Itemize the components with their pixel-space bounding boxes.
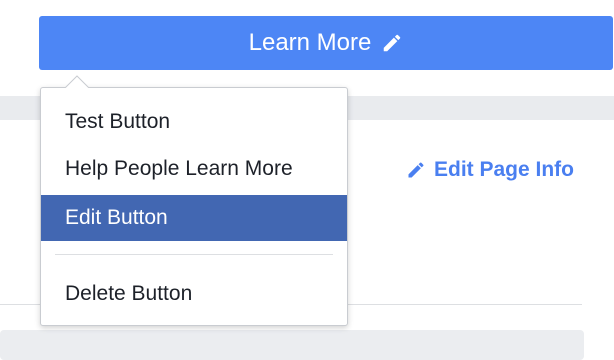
bottom-panel [0,330,584,360]
menu-item-delete-button[interactable]: Delete Button [41,272,347,316]
menu-item-help-people-learn-more[interactable]: Help People Learn More [41,147,347,191]
menu-item-label: Edit Button [65,206,168,229]
menu-item-edit-button[interactable]: Edit Button [41,195,347,241]
menu-separator [55,254,333,255]
learn-more-label: Learn More [248,29,372,56]
menu-item-label: Help People Learn More [65,157,293,180]
learn-more-button[interactable]: Learn More [39,16,613,70]
edit-page-info-label: Edit Page Info [434,158,575,181]
edit-page-info-link[interactable]: Edit Page Info [406,158,574,182]
dropdown-pointer [64,75,90,89]
menu-item-label: Test Button [65,110,171,133]
menu-item-label: Delete Button [65,282,193,305]
pencil-icon [406,160,426,180]
pencil-icon [381,32,403,54]
button-options-menu: Test Button Help People Learn More Edit … [40,87,348,326]
menu-item-test-button[interactable]: Test Button [41,100,347,144]
